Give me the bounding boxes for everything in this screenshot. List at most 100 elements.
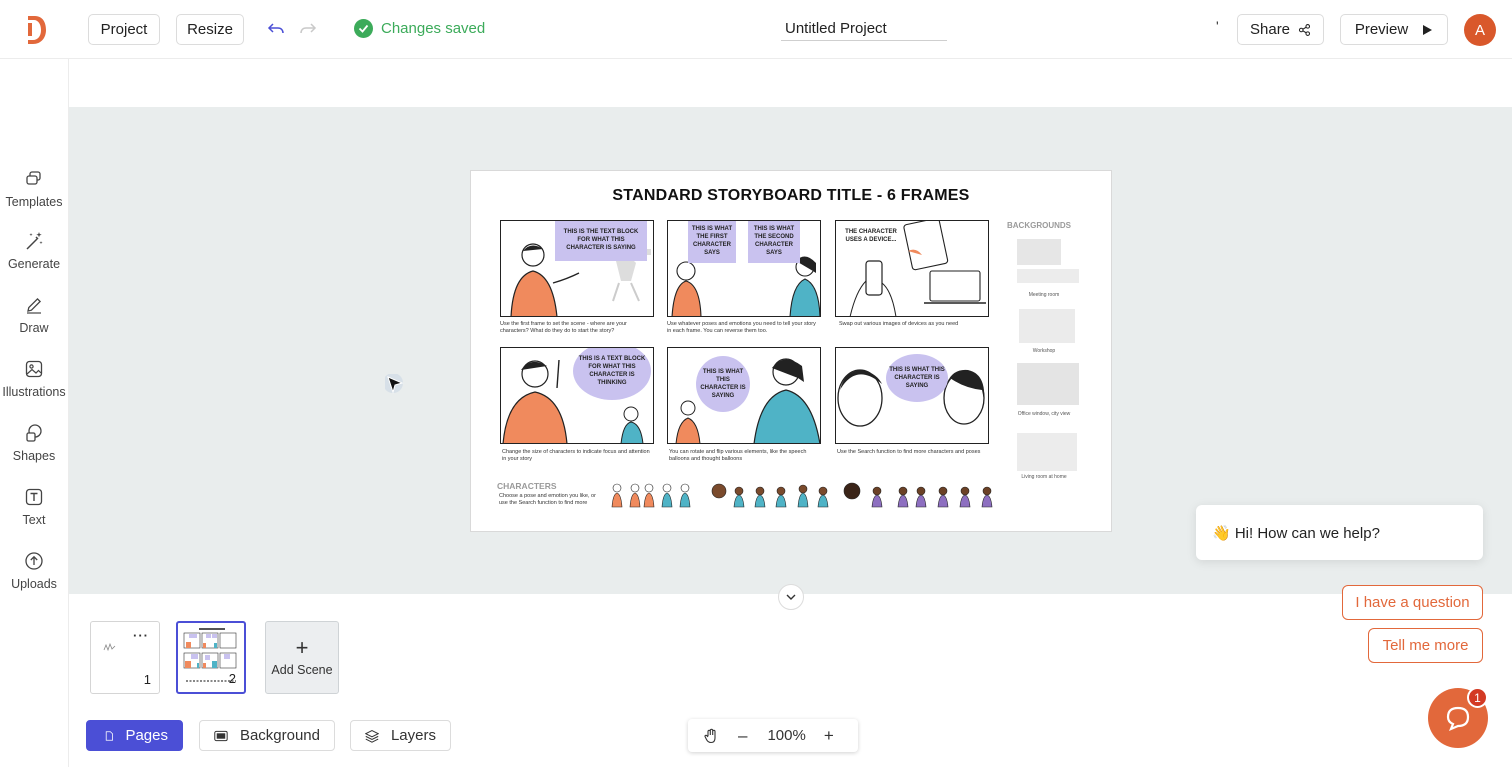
- background-thumb[interactable]: [1019, 309, 1075, 343]
- chat-icon: [1446, 706, 1470, 732]
- stray-mark: ': [1216, 18, 1219, 34]
- sidebar-item-label: Shapes: [12, 449, 56, 463]
- layers-label: Layers: [390, 727, 436, 744]
- tell-me-more-button[interactable]: Tell me more: [1368, 628, 1483, 663]
- project-title-input[interactable]: [781, 16, 947, 41]
- zoom-in-button[interactable]: +: [824, 726, 834, 746]
- pages-label: Pages: [125, 727, 168, 744]
- frame-caption[interactable]: Change the size of characters to indicat…: [502, 449, 654, 463]
- sidebar-item-label: Draw: [19, 321, 49, 335]
- sidebar-item-label: Templates: [5, 195, 63, 209]
- background-caption[interactable]: Living room at home: [1009, 474, 1079, 480]
- background-thumb[interactable]: [1017, 239, 1061, 265]
- redo-icon[interactable]: [299, 20, 317, 38]
- scene-preview: [103, 642, 116, 652]
- scene-thumbnail-2[interactable]: 2: [176, 621, 246, 694]
- storyboard-frame-1[interactable]: THIS IS THE TEXT BLOCK FOR WHAT THIS CHA…: [500, 220, 654, 317]
- frame-caption[interactable]: Use the first frame to set the scene - w…: [500, 321, 650, 335]
- background-label: Background: [239, 727, 320, 744]
- user-avatar[interactable]: A: [1464, 14, 1496, 46]
- more-options-icon[interactable]: ···: [133, 628, 149, 643]
- upload-icon: [25, 552, 43, 570]
- frame-caption[interactable]: Swap out various images of devices as yo…: [839, 321, 989, 328]
- pencil-icon: [27, 297, 42, 314]
- scene-number: 2: [228, 671, 236, 686]
- sidebar-item-label: Uploads: [11, 577, 57, 591]
- frame-caption[interactable]: Use the Search function to find more cha…: [837, 449, 987, 456]
- background-caption[interactable]: Workshop: [1009, 348, 1079, 354]
- sidebar-item-uploads[interactable]: Uploads: [0, 551, 68, 607]
- background-thumb[interactable]: [1017, 433, 1077, 471]
- check-circle-icon: [354, 19, 373, 38]
- add-scene-button[interactable]: + Add Scene: [265, 621, 339, 694]
- speech-bubble[interactable]: THIS IS WHAT THIS CHARACTER IS SAYING: [886, 354, 948, 402]
- templates-icon: [26, 171, 41, 185]
- zoom-level[interactable]: 100%: [767, 727, 805, 744]
- characters-heading[interactable]: CHARACTERS: [497, 481, 557, 491]
- sidebar-item-label: Text: [22, 513, 46, 527]
- image-icon: [25, 360, 43, 378]
- sidebar-item-generate[interactable]: Generate: [0, 231, 68, 287]
- i-have-a-question-button[interactable]: I have a question: [1342, 585, 1483, 620]
- characters-caption[interactable]: Choose a pose and emotion you like, or u…: [499, 493, 603, 507]
- background-thumb[interactable]: [1017, 269, 1079, 283]
- app-logo-icon[interactable]: [24, 14, 48, 46]
- background-button[interactable]: Background: [199, 720, 335, 751]
- magic-wand-icon: [26, 232, 43, 250]
- storyboard-frame-3[interactable]: THE CHARACTER USES A DEVICE...: [835, 220, 989, 317]
- project-menu-button[interactable]: Project: [88, 14, 160, 45]
- sidebar-item-illustrations[interactable]: Illustrations: [0, 359, 68, 415]
- pages-button[interactable]: Pages: [86, 720, 183, 751]
- hand-tool-icon[interactable]: [703, 728, 719, 744]
- speech-bubble[interactable]: THIS IS THE TEXT BLOCK FOR WHAT THIS CHA…: [555, 221, 647, 261]
- text-icon: [25, 488, 43, 506]
- scene-number: 1: [143, 672, 151, 687]
- shapes-icon: [26, 424, 42, 442]
- chevron-down-icon: [786, 594, 796, 600]
- storyboard-frame-2[interactable]: THIS IS WHAT THE FIRST CHARACTER SAYS TH…: [667, 220, 821, 317]
- layers-button[interactable]: Layers: [350, 720, 451, 751]
- storyboard-title[interactable]: STANDARD STORYBOARD TITLE - 6 FRAMES: [471, 187, 1111, 205]
- undo-icon[interactable]: [267, 20, 285, 38]
- storyboard-frame-4[interactable]: THIS IS A TEXT BLOCK FOR WHAT THIS CHARA…: [500, 347, 654, 444]
- speech-bubble[interactable]: THIS IS WHAT THIS CHARACTER IS SAYING: [696, 356, 750, 412]
- plus-icon: +: [295, 634, 309, 660]
- frame-caption[interactable]: Use whatever poses and emotions you need…: [667, 321, 821, 335]
- chat-greeting: 👋 Hi! How can we help?: [1196, 505, 1483, 560]
- preview-label: Preview: [1354, 21, 1409, 38]
- background-caption[interactable]: Meeting room: [1009, 292, 1079, 298]
- sidebar-item-text[interactable]: Text: [0, 487, 68, 543]
- speech-bubble[interactable]: THIS IS WHAT THE FIRST CHARACTER SAYS: [688, 221, 736, 263]
- mouse-cursor-icon: [385, 374, 404, 394]
- collapse-scenes-button[interactable]: [778, 584, 804, 610]
- character-poses-strip[interactable]: [609, 479, 1001, 509]
- play-icon: [1423, 24, 1433, 35]
- sidebar-item-draw[interactable]: Draw: [0, 295, 68, 351]
- storyboard-frame-6[interactable]: THIS IS WHAT THIS CHARACTER IS SAYING: [835, 347, 989, 444]
- sidebar-item-templates[interactable]: Templates: [0, 169, 68, 225]
- zoom-out-button[interactable]: –: [738, 726, 747, 746]
- unread-badge: 1: [1467, 687, 1488, 708]
- frame-caption[interactable]: You can rotate and flip various elements…: [669, 449, 819, 463]
- backgrounds-heading[interactable]: BACKGROUNDS: [1007, 221, 1071, 230]
- scene-thumbnail-1[interactable]: ··· 1: [90, 621, 160, 694]
- share-button[interactable]: Share: [1237, 14, 1324, 45]
- top-bar: Project Resize Changes saved ' Share Pre…: [0, 0, 1512, 59]
- speech-bubble[interactable]: THIS IS WHAT THE SECOND CHARACTER SAYS: [748, 221, 800, 263]
- sidebar-item-shapes[interactable]: Shapes: [0, 423, 68, 479]
- preview-button[interactable]: Preview: [1340, 14, 1448, 45]
- share-label: Share: [1250, 21, 1291, 38]
- storyboard-frame-5[interactable]: THIS IS WHAT THIS CHARACTER IS SAYING: [667, 347, 821, 444]
- background-thumb[interactable]: [1017, 363, 1079, 405]
- background-icon: [214, 730, 228, 741]
- save-status-text: Changes saved: [381, 20, 486, 37]
- background-caption[interactable]: Office window, city view: [1009, 411, 1079, 417]
- resize-button[interactable]: Resize: [176, 14, 244, 45]
- sidebar-item-label: Generate: [7, 257, 61, 271]
- page-icon: [105, 730, 113, 741]
- text-block[interactable]: THE CHARACTER USES A DEVICE...: [840, 225, 902, 247]
- storyboard-page[interactable]: STANDARD STORYBOARD TITLE - 6 FRAMES THI…: [470, 170, 1112, 532]
- add-scene-label: Add Scene: [271, 662, 333, 677]
- canvas-top-strip: [69, 59, 1512, 107]
- share-icon: [1298, 23, 1311, 36]
